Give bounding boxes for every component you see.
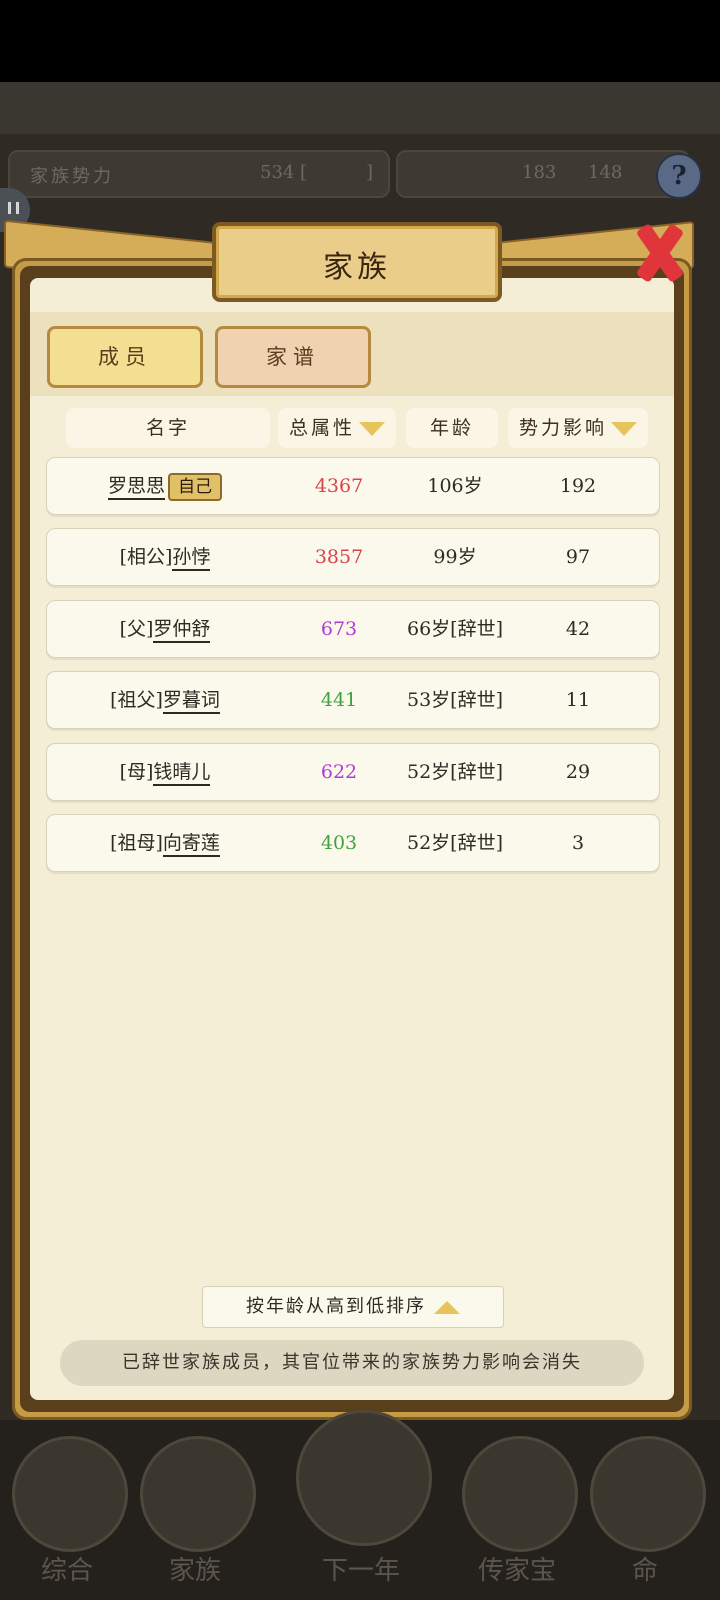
member-relation: [母] [119, 761, 154, 783]
member-total-attr: 403 [320, 832, 358, 854]
self-badge: 自己 [168, 473, 222, 501]
top-strip [0, 82, 720, 134]
currency-pill: 183 148 [396, 150, 690, 198]
member-influence: 3 [571, 832, 585, 854]
nav-next-year-button[interactable] [296, 1410, 432, 1546]
help-button[interactable]: ? [656, 153, 702, 199]
member-relation: [祖父] [110, 689, 163, 711]
header-total-attr-label: 总属性 [288, 417, 355, 439]
member-status: [辞世] [450, 832, 503, 854]
member-total-attr: 622 [320, 761, 358, 783]
family-power-bracket-close: ] [366, 162, 374, 183]
nav-fate-button[interactable] [590, 1436, 706, 1552]
family-power-value: 534 [260, 162, 295, 183]
modal-title: 家族 [323, 250, 391, 285]
tab-members[interactable]: 成员 [47, 326, 203, 388]
header-age-label: 年龄 [429, 417, 474, 439]
nav-fate-label: 命 [631, 1556, 658, 1586]
member-name-cell: 罗思思 自己 [47, 458, 283, 514]
member-name: 罗暮词 [162, 689, 220, 714]
member-age: 52岁 [406, 761, 451, 783]
header-age: 年龄 [406, 408, 498, 448]
member-row[interactable]: [祖母]向寄莲 403 52岁[辞世] 3 [46, 814, 660, 872]
member-age-cell: 99岁 [395, 529, 515, 585]
member-name: 罗思思 [107, 475, 165, 500]
member-age-cell: 106岁 [395, 458, 515, 514]
member-influence: 29 [565, 761, 591, 783]
member-age: 52岁 [406, 832, 451, 854]
member-status: [辞世] [450, 761, 503, 783]
nav-family-button[interactable] [140, 1436, 256, 1552]
member-name: 孙悖 [172, 546, 211, 571]
nav-heirloom-button[interactable] [462, 1436, 578, 1552]
member-total-attr: 441 [320, 689, 358, 711]
member-name: 罗仲舒 [153, 618, 211, 643]
nav-overview-button[interactable] [12, 1436, 128, 1552]
member-relation: [祖母] [110, 832, 163, 854]
sort-order-button[interactable]: 按年龄从高到低排序 [202, 1286, 504, 1328]
member-name-cell: [母]钱晴儿 [47, 744, 283, 800]
member-age: 106岁 [427, 475, 483, 497]
member-name-cell: [祖母]向寄莲 [47, 815, 283, 871]
member-influence: 11 [565, 689, 591, 711]
member-row[interactable]: [相公]孙悖 3857 99岁 97 [46, 528, 660, 586]
member-name-cell: [相公]孙悖 [47, 529, 283, 585]
sort-down-icon [611, 422, 637, 436]
member-age-cell: 52岁[辞世] [395, 815, 515, 871]
member-status: [辞世] [450, 618, 503, 640]
sort-order-label: 按年龄从高到低排序 [246, 1296, 426, 1317]
nav-overview-label: 综合 [40, 1556, 93, 1586]
status-bar [0, 0, 720, 82]
tickets-value: 148 [588, 162, 623, 183]
member-name: 向寄莲 [162, 832, 220, 857]
member-influence: 42 [565, 618, 591, 640]
member-influence: 97 [565, 546, 591, 568]
member-age: 53岁 [406, 689, 451, 711]
member-relation: [父] [119, 618, 154, 640]
member-row[interactable]: [祖父]罗暮词 441 53岁[辞世] 11 [46, 671, 660, 729]
sort-down-icon [359, 422, 385, 436]
close-icon[interactable] [624, 218, 694, 288]
nav-family-label: 家族 [168, 1556, 221, 1586]
family-power-bracket-open: [ [300, 162, 308, 183]
header-influence-label: 势力影响 [518, 417, 607, 439]
header-name: 名字 [66, 408, 270, 448]
modal-title-plate: 家族 [212, 222, 502, 302]
member-row[interactable]: 罗思思 自己 4367 106岁 192 [46, 457, 660, 515]
member-status: [辞世] [450, 689, 503, 711]
header-total-attr[interactable]: 总属性 [278, 408, 396, 448]
member-name-cell: [祖父]罗暮词 [47, 672, 283, 728]
nav-heirloom-label: 传家宝 [477, 1556, 556, 1586]
header-influence[interactable]: 势力影响 [508, 408, 648, 448]
member-total-attr: 4367 [314, 475, 364, 497]
member-influence: 192 [559, 475, 597, 497]
sort-up-icon [434, 1300, 460, 1314]
nav-next-year-label: 下一年 [321, 1556, 400, 1586]
member-relation: [相公] [119, 546, 173, 568]
member-name: 钱晴儿 [153, 761, 211, 786]
member-age: 66岁 [406, 618, 451, 640]
tab-genealogy[interactable]: 家谱 [215, 326, 371, 388]
member-row[interactable]: [父]罗仲舒 673 66岁[辞世] 42 [46, 600, 660, 658]
member-age: 99岁 [433, 546, 477, 568]
family-power-pill: 家族势力 534 [ ] [8, 150, 390, 198]
member-age-cell: 52岁[辞世] [395, 744, 515, 800]
member-total-attr: 3857 [314, 546, 364, 568]
coins-value: 183 [522, 162, 557, 183]
header-name-label: 名字 [145, 417, 190, 439]
member-age-cell: 66岁[辞世] [395, 601, 515, 657]
family-power-label: 家族势力 [30, 166, 114, 187]
member-age-cell: 53岁[辞世] [395, 672, 515, 728]
member-row[interactable]: [母]钱晴儿 622 52岁[辞世] 29 [46, 743, 660, 801]
deceased-notice: 已辞世家族成员，其官位带来的家族势力影响会消失 [60, 1340, 644, 1386]
member-name-cell: [父]罗仲舒 [47, 601, 283, 657]
member-total-attr: 673 [320, 618, 358, 640]
